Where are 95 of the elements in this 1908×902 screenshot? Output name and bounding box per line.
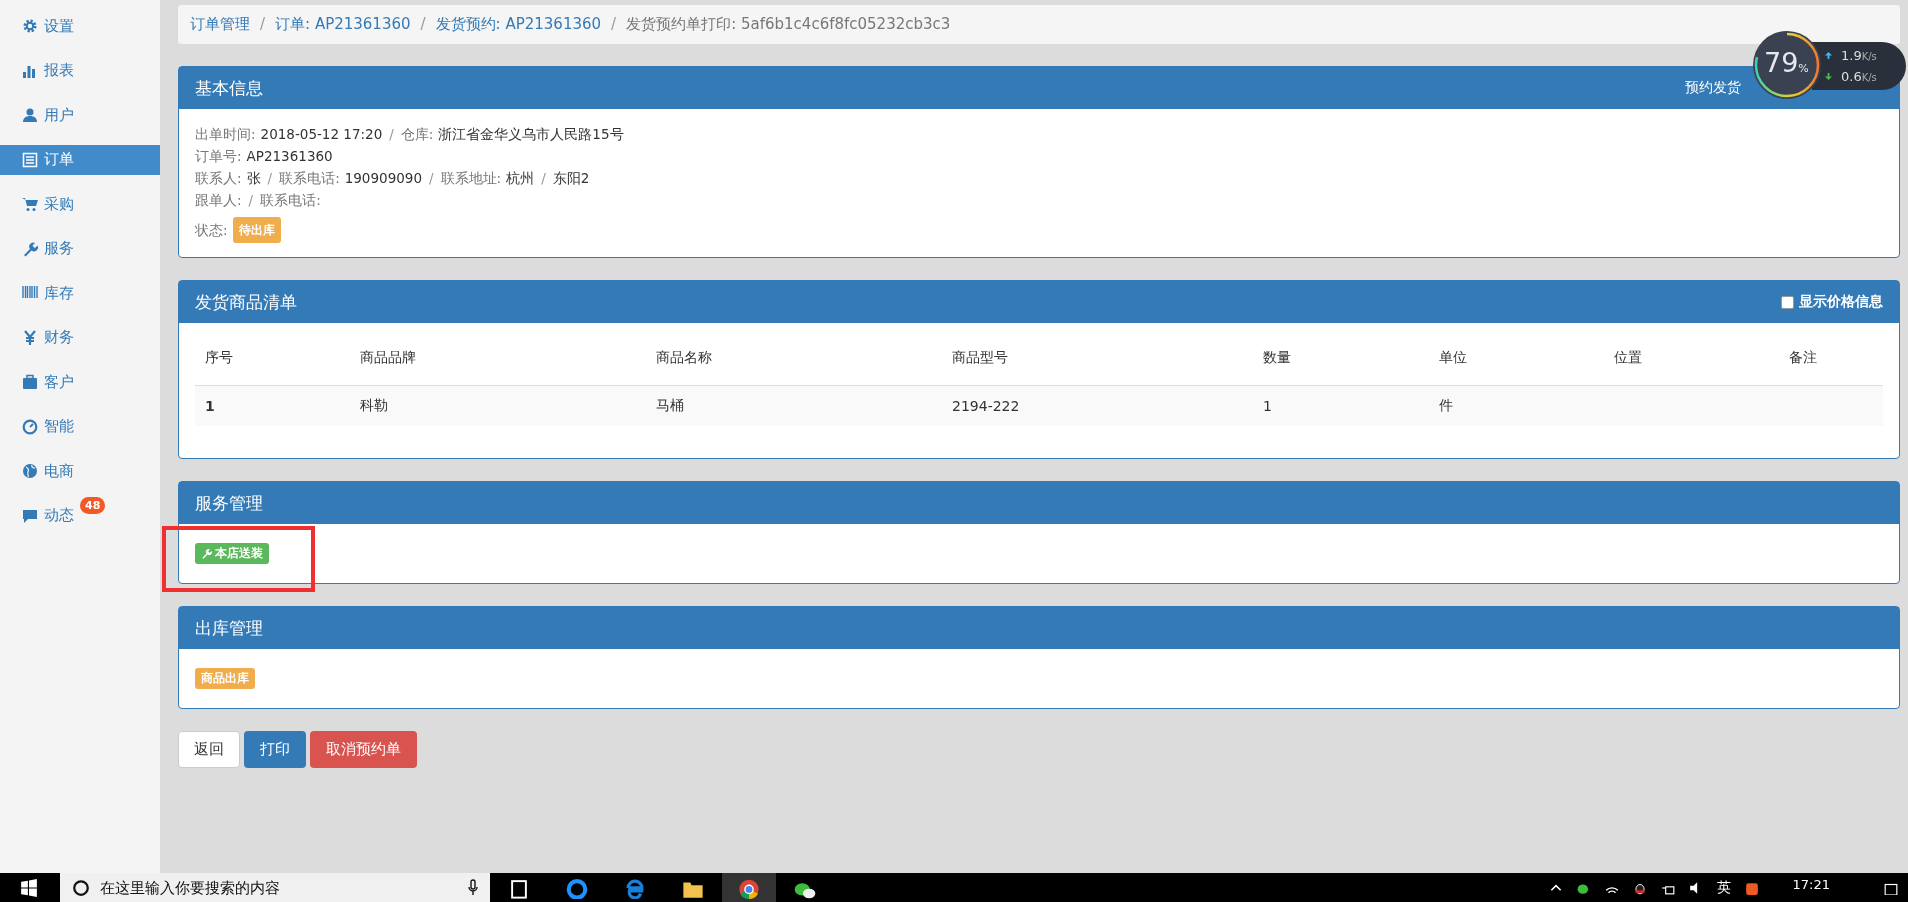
field-value: 东阳2 <box>552 169 590 188</box>
column-header: 商品名称 <box>656 349 712 365</box>
separator: / <box>429 169 434 188</box>
input-method-indicator[interactable]: 英 <box>1716 879 1731 897</box>
sidebar-item[interactable]: 用户 <box>0 100 160 130</box>
breadcrumb-link[interactable]: 订单: AP21361360 <box>275 15 411 34</box>
breadcrumb-separator: / <box>260 15 266 34</box>
barcode-icon <box>22 285 38 301</box>
column-header: 序号 <box>205 349 233 365</box>
ship-date-label: 预约发货 <box>1685 79 1741 97</box>
panel-title: 出库管理 <box>195 616 263 640</box>
percent-reading: 79% <box>1764 48 1809 80</box>
breadcrumb-separator: / <box>611 15 617 34</box>
table-cell: 件 <box>1439 397 1453 413</box>
column-header: 位置 <box>1614 349 1642 365</box>
taskbar-clock[interactable]: 17:21 <box>1792 877 1830 892</box>
table-cell: 马桶 <box>656 397 684 413</box>
sidebar-item[interactable]: 财务 <box>0 322 160 353</box>
gear-icon <box>22 18 38 34</box>
wrench-icon <box>201 548 212 559</box>
field-label: 出单时间: <box>195 125 256 144</box>
browser-e-icon[interactable] <box>624 877 646 899</box>
sidebar-item[interactable]: 服务 <box>0 233 160 264</box>
microphone-icon <box>468 879 478 895</box>
cart-icon <box>22 196 38 212</box>
sidebar-item[interactable]: 采购 <box>0 189 160 219</box>
action-button[interactable]: 取消预约单 <box>310 731 417 768</box>
panel-title: 基本信息 <box>195 76 263 100</box>
download-arrow-icon <box>1824 72 1833 81</box>
list-icon <box>22 151 38 168</box>
input-app-icon[interactable] <box>1744 881 1759 895</box>
breadcrumb-separator: / <box>420 15 426 34</box>
circle-app-icon[interactable] <box>566 877 588 899</box>
table-cell: 2194-222 <box>952 398 1020 414</box>
taskbar-search-field[interactable]: 在这里输入你要搜索的内容 <box>60 873 490 902</box>
field-label: 跟单人: <box>195 191 242 210</box>
sidebar-item[interactable]: 智能 <box>0 411 160 442</box>
field-value: AP21361360 <box>246 147 333 166</box>
field-value: 张 <box>246 169 261 188</box>
gauge-icon <box>22 418 38 435</box>
field-value: 190909090 <box>344 169 422 188</box>
search-icon <box>72 879 90 897</box>
column-header: 单位 <box>1439 349 1467 365</box>
upload-arrow-icon <box>1824 51 1833 60</box>
yen-icon <box>22 329 38 346</box>
field-label: 联系电话: <box>260 191 321 210</box>
breadcrumb-current: 发货预约单打印: 5af6b1c4c6f8fc05232cb3c3 <box>626 15 951 34</box>
separator: / <box>541 169 546 188</box>
service-tag[interactable]: 本店送装 <box>195 543 269 564</box>
sidebar-item[interactable]: 订单 <box>0 144 160 175</box>
table-cell: 1 <box>205 398 215 414</box>
sidebar-item[interactable]: 电商 <box>0 456 160 486</box>
panel-title: 发货商品清单 <box>195 290 297 314</box>
field-label: 联系地址: <box>440 169 502 188</box>
count-badge: 48 <box>80 496 106 514</box>
sidebar-item[interactable]: 报表 <box>0 55 160 86</box>
notification-icon[interactable] <box>1884 881 1898 895</box>
download-speed: 0.6K/s <box>1841 69 1877 84</box>
column-header: 备注 <box>1789 349 1817 365</box>
task-view-icon[interactable] <box>508 877 530 899</box>
speech-bubble-icon <box>22 507 38 524</box>
action-button[interactable]: 打印 <box>244 731 306 768</box>
user-icon <box>22 107 38 123</box>
field-value: 杭州 <box>506 169 535 188</box>
column-header: 商品品牌 <box>360 349 416 365</box>
field-label: 仓库: <box>400 125 434 144</box>
action-button[interactable]: 返回 <box>178 731 240 768</box>
penguin-icon[interactable] <box>1632 881 1647 895</box>
separator: / <box>248 191 254 210</box>
field-label: 订单号: <box>195 147 242 166</box>
separator: / <box>267 169 273 188</box>
breadcrumb-link[interactable]: 订单管理 <box>190 15 250 34</box>
field-value: 2018-05-12 17:20 <box>260 125 383 144</box>
column-header: 数量 <box>1263 349 1291 365</box>
sidebar-item[interactable]: 库存 <box>0 278 160 308</box>
panel-title: 服务管理 <box>195 491 263 515</box>
chrome-icon[interactable] <box>738 877 760 899</box>
table-cell: 科勒 <box>360 397 388 413</box>
column-header: 商品型号 <box>952 349 1008 365</box>
table-cell: 1 <box>1263 398 1272 414</box>
wrench-icon <box>22 240 38 257</box>
upload-speed: 1.9K/s <box>1841 48 1877 63</box>
show-price-checkbox[interactable]: 显示价格信息 <box>1781 293 1883 311</box>
sidebar-item[interactable]: 客户 <box>0 367 160 397</box>
field-label: 联系电话: <box>279 169 340 188</box>
breadcrumb-link[interactable]: 发货预约: AP21361360 <box>435 15 602 34</box>
field-value: 浙江省金华义乌市人民路15号 <box>438 125 624 144</box>
briefcase-icon <box>22 374 38 390</box>
field-label: 联系人: <box>195 169 242 188</box>
windows-start-icon[interactable] <box>20 879 38 897</box>
field-label: 状态: <box>195 221 228 240</box>
globe-icon <box>22 463 38 479</box>
separator: / <box>389 125 394 144</box>
status-badge: 待出库 <box>232 217 281 243</box>
sidebar-item[interactable]: 设置 <box>0 11 160 41</box>
